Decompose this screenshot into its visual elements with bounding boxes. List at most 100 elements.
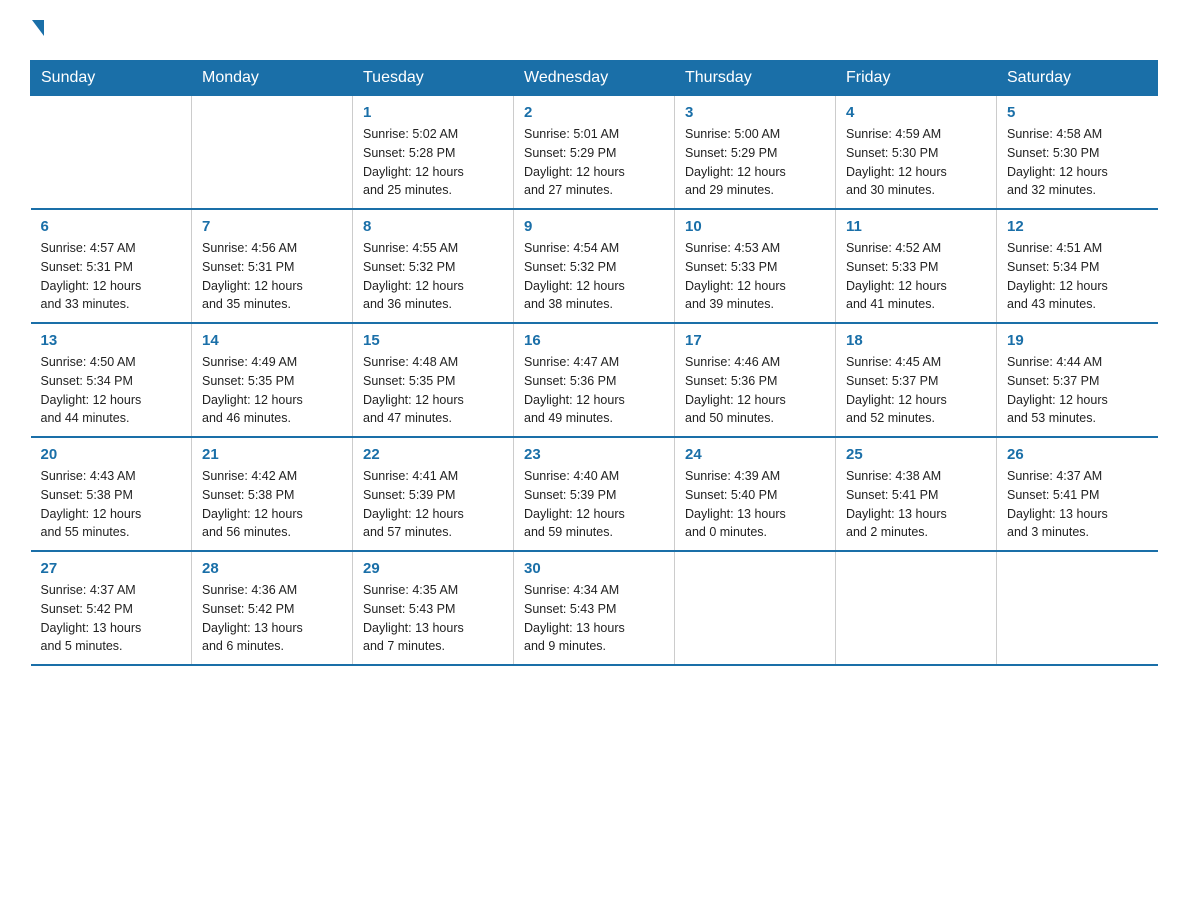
- calendar-cell: 12 Sunrise: 4:51 AMSunset: 5:34 PMDayligh…: [997, 209, 1158, 323]
- day-number: 29: [363, 560, 503, 577]
- calendar-cell: 22 Sunrise: 4:41 AMSunset: 5:39 PMDayligh…: [353, 437, 514, 551]
- day-number: 13: [41, 332, 182, 349]
- day-number: 24: [685, 446, 825, 463]
- calendar-cell: 19 Sunrise: 4:44 AMSunset: 5:37 PMDayligh…: [997, 323, 1158, 437]
- calendar-cell: [192, 96, 353, 210]
- calendar-cell: 10 Sunrise: 4:53 AMSunset: 5:33 PMDayligh…: [675, 209, 836, 323]
- calendar-cell: 4 Sunrise: 4:59 AMSunset: 5:30 PMDaylight…: [836, 96, 997, 210]
- header-day-friday: Friday: [836, 61, 997, 96]
- logo: [30, 20, 44, 40]
- header-day-monday: Monday: [192, 61, 353, 96]
- calendar-cell: [31, 96, 192, 210]
- calendar-cell: 13 Sunrise: 4:50 AMSunset: 5:34 PMDayligh…: [31, 323, 192, 437]
- day-info: Sunrise: 4:38 AMSunset: 5:41 PMDaylight:…: [846, 467, 986, 542]
- calendar-cell: 21Sunrise: 4:42 AMSunset: 5:38 PMDayligh…: [192, 437, 353, 551]
- day-info: Sunrise: 4:44 AMSunset: 5:37 PMDaylight:…: [1007, 353, 1148, 428]
- calendar-cell: 15Sunrise: 4:48 AMSunset: 5:35 PMDayligh…: [353, 323, 514, 437]
- day-info: Sunrise: 5:00 AMSunset: 5:29 PMDaylight:…: [685, 125, 825, 200]
- day-number: 3: [685, 104, 825, 121]
- calendar-cell: 16 Sunrise: 4:47 AMSunset: 5:36 PMDayligh…: [514, 323, 675, 437]
- day-info: Sunrise: 4:58 AMSunset: 5:30 PMDaylight:…: [1007, 125, 1148, 200]
- day-info: Sunrise: 4:41 AMSunset: 5:39 PMDaylight:…: [363, 467, 503, 542]
- header-day-saturday: Saturday: [997, 61, 1158, 96]
- day-number: 15: [363, 332, 503, 349]
- calendar-cell: [997, 551, 1158, 665]
- day-number: 16: [524, 332, 664, 349]
- calendar-cell: 17Sunrise: 4:46 AMSunset: 5:36 PMDayligh…: [675, 323, 836, 437]
- day-number: 20: [41, 446, 182, 463]
- calendar-cell: 5 Sunrise: 4:58 AMSunset: 5:30 PMDaylight…: [997, 96, 1158, 210]
- calendar-cell: 20Sunrise: 4:43 AMSunset: 5:38 PMDayligh…: [31, 437, 192, 551]
- day-info: Sunrise: 4:40 AMSunset: 5:39 PMDaylight:…: [524, 467, 664, 542]
- calendar-cell: 9 Sunrise: 4:54 AMSunset: 5:32 PMDaylight…: [514, 209, 675, 323]
- day-info: Sunrise: 5:02 AMSunset: 5:28 PMDaylight:…: [363, 125, 503, 200]
- day-number: 18: [846, 332, 986, 349]
- calendar-cell: 3 Sunrise: 5:00 AMSunset: 5:29 PMDaylight…: [675, 96, 836, 210]
- day-number: 28: [202, 560, 342, 577]
- day-number: 11: [846, 218, 986, 235]
- day-info: Sunrise: 5:01 AMSunset: 5:29 PMDaylight:…: [524, 125, 664, 200]
- day-info: Sunrise: 4:47 AMSunset: 5:36 PMDaylight:…: [524, 353, 664, 428]
- day-info: Sunrise: 4:54 AMSunset: 5:32 PMDaylight:…: [524, 239, 664, 314]
- day-number: 17: [685, 332, 825, 349]
- calendar-cell: 1 Sunrise: 5:02 AMSunset: 5:28 PMDaylight…: [353, 96, 514, 210]
- day-info: Sunrise: 4:50 AMSunset: 5:34 PMDaylight:…: [41, 353, 182, 428]
- day-number: 25: [846, 446, 986, 463]
- calendar-cell: 14 Sunrise: 4:49 AMSunset: 5:35 PMDayligh…: [192, 323, 353, 437]
- day-number: 5: [1007, 104, 1148, 121]
- day-number: 19: [1007, 332, 1148, 349]
- calendar-cell: 26Sunrise: 4:37 AMSunset: 5:41 PMDayligh…: [997, 437, 1158, 551]
- calendar-cell: 27 Sunrise: 4:37 AMSunset: 5:42 PMDayligh…: [31, 551, 192, 665]
- day-number: 9: [524, 218, 664, 235]
- day-number: 8: [363, 218, 503, 235]
- day-number: 26: [1007, 446, 1148, 463]
- day-info: Sunrise: 4:57 AMSunset: 5:31 PMDaylight:…: [41, 239, 182, 314]
- day-info: Sunrise: 4:37 AMSunset: 5:42 PMDaylight:…: [41, 581, 182, 656]
- calendar-cell: [675, 551, 836, 665]
- day-info: Sunrise: 4:53 AMSunset: 5:33 PMDaylight:…: [685, 239, 825, 314]
- calendar-cell: 23 Sunrise: 4:40 AMSunset: 5:39 PMDayligh…: [514, 437, 675, 551]
- calendar-cell: 29 Sunrise: 4:35 AMSunset: 5:43 PMDayligh…: [353, 551, 514, 665]
- day-number: 30: [524, 560, 664, 577]
- calendar-week-row: 13 Sunrise: 4:50 AMSunset: 5:34 PMDayligh…: [31, 323, 1158, 437]
- day-number: 6: [41, 218, 182, 235]
- day-number: 22: [363, 446, 503, 463]
- header-day-thursday: Thursday: [675, 61, 836, 96]
- calendar-cell: 25 Sunrise: 4:38 AMSunset: 5:41 PMDayligh…: [836, 437, 997, 551]
- day-info: Sunrise: 4:39 AMSunset: 5:40 PMDaylight:…: [685, 467, 825, 542]
- page-header: [30, 20, 1158, 40]
- day-info: Sunrise: 4:59 AMSunset: 5:30 PMDaylight:…: [846, 125, 986, 200]
- day-info: Sunrise: 4:49 AMSunset: 5:35 PMDaylight:…: [202, 353, 342, 428]
- calendar-cell: 11Sunrise: 4:52 AMSunset: 5:33 PMDayligh…: [836, 209, 997, 323]
- calendar-cell: 2 Sunrise: 5:01 AMSunset: 5:29 PMDaylight…: [514, 96, 675, 210]
- day-number: 4: [846, 104, 986, 121]
- day-info: Sunrise: 4:45 AMSunset: 5:37 PMDaylight:…: [846, 353, 986, 428]
- day-number: 2: [524, 104, 664, 121]
- header-day-tuesday: Tuesday: [353, 61, 514, 96]
- day-number: 14: [202, 332, 342, 349]
- calendar-week-row: 27 Sunrise: 4:37 AMSunset: 5:42 PMDayligh…: [31, 551, 1158, 665]
- day-number: 27: [41, 560, 182, 577]
- header-day-wednesday: Wednesday: [514, 61, 675, 96]
- day-number: 12: [1007, 218, 1148, 235]
- header-day-sunday: Sunday: [31, 61, 192, 96]
- day-info: Sunrise: 4:35 AMSunset: 5:43 PMDaylight:…: [363, 581, 503, 656]
- day-info: Sunrise: 4:34 AMSunset: 5:43 PMDaylight:…: [524, 581, 664, 656]
- calendar-table: SundayMondayTuesdayWednesdayThursdayFrid…: [30, 60, 1158, 666]
- day-info: Sunrise: 4:51 AMSunset: 5:34 PMDaylight:…: [1007, 239, 1148, 314]
- calendar-week-row: 6 Sunrise: 4:57 AMSunset: 5:31 PMDaylight…: [31, 209, 1158, 323]
- day-number: 7: [202, 218, 342, 235]
- calendar-cell: 30 Sunrise: 4:34 AMSunset: 5:43 PMDayligh…: [514, 551, 675, 665]
- day-number: 10: [685, 218, 825, 235]
- day-number: 1: [363, 104, 503, 121]
- calendar-cell: 7Sunrise: 4:56 AMSunset: 5:31 PMDaylight…: [192, 209, 353, 323]
- day-info: Sunrise: 4:42 AMSunset: 5:38 PMDaylight:…: [202, 467, 342, 542]
- logo-arrow-icon: [32, 20, 44, 36]
- calendar-cell: 8 Sunrise: 4:55 AMSunset: 5:32 PMDaylight…: [353, 209, 514, 323]
- day-info: Sunrise: 4:55 AMSunset: 5:32 PMDaylight:…: [363, 239, 503, 314]
- calendar-week-row: 1 Sunrise: 5:02 AMSunset: 5:28 PMDaylight…: [31, 96, 1158, 210]
- day-number: 23: [524, 446, 664, 463]
- calendar-week-row: 20Sunrise: 4:43 AMSunset: 5:38 PMDayligh…: [31, 437, 1158, 551]
- calendar-cell: 24 Sunrise: 4:39 AMSunset: 5:40 PMDayligh…: [675, 437, 836, 551]
- calendar-cell: 6 Sunrise: 4:57 AMSunset: 5:31 PMDaylight…: [31, 209, 192, 323]
